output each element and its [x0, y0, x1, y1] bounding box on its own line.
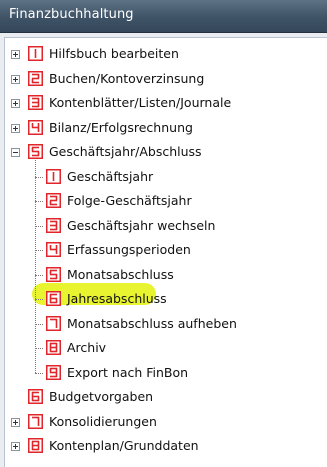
subtree-item-row[interactable]: Monatsabschluss aufheben: [0, 313, 327, 335]
numeral-4-icon: [46, 242, 61, 257]
app-titlebar: Finanzbuchhaltung: [0, 0, 327, 33]
tree-connector-line: [35, 323, 43, 325]
numeral-1-icon: [28, 46, 43, 61]
numeral-5-icon: [28, 144, 43, 159]
tree-item-label: Hilfsbuch bearbeiten: [49, 46, 179, 61]
numeral-6-icon: [28, 389, 43, 404]
subtree-item-row[interactable]: Erfassungsperioden: [0, 239, 327, 261]
tree-connector-line: [35, 225, 43, 227]
numeral-5-icon: [46, 266, 61, 282]
numeral-3-icon: [46, 217, 61, 233]
subtree-item-label: Monatsabschluss aufheben: [67, 315, 237, 331]
subtree-item-label: Geschäftsjahr wechseln: [67, 217, 216, 233]
subtree-item-label: Export nach FinBon: [67, 364, 189, 380]
expand-icon[interactable]: [11, 50, 20, 59]
tree-item-row[interactable]: Kontenplan/Grunddaten: [0, 435, 327, 457]
tree-item-row[interactable]: Budgetvorgaben: [0, 386, 327, 408]
subtree-item-label: Erfassungsperioden: [67, 242, 191, 257]
subtree-item-row[interactable]: Geschäftsjahr: [0, 166, 327, 188]
numeral-2-icon: [28, 70, 43, 86]
numeral-8-icon: [46, 340, 61, 355]
tree-item-label: Konsolidierungen: [49, 413, 157, 429]
subtree-item-row[interactable]: Jahresabschluss: [0, 288, 327, 310]
numeral-7-icon: [46, 315, 61, 331]
numeral-2-icon: [46, 193, 61, 208]
subtree-item-label: Archiv: [67, 340, 107, 355]
tree-item-label: Kontenblätter/Listen/Journale: [49, 95, 232, 110]
tree-connector-line: [35, 372, 43, 374]
tree-item-row[interactable]: Buchen/Kontoverzinsung: [0, 68, 327, 90]
numeral-7-icon: [28, 413, 43, 429]
collapse-icon[interactable]: [11, 148, 20, 157]
expand-icon[interactable]: [11, 442, 20, 451]
subtree-item-row[interactable]: Archiv: [0, 337, 327, 359]
tree-item-label: Geschäftsjahr/Abschluss: [49, 144, 202, 159]
numeral-6-icon: [46, 291, 61, 306]
tree-item-label: Bilanz/Erfolgsrechnung: [49, 119, 193, 135]
numeral-3-icon: [28, 95, 43, 110]
tree-connector-line: [35, 299, 43, 300]
expand-icon[interactable]: [11, 74, 20, 84]
subtree-item-label: Geschäftsjahr: [67, 168, 154, 184]
tree-connector-line: [35, 348, 43, 349]
tree-item-row[interactable]: Bilanz/Erfolgsrechnung: [0, 117, 327, 139]
tree-item-label: Kontenplan/Grunddaten: [49, 438, 199, 453]
tree-connector-line: [35, 274, 43, 276]
subtree-item-row[interactable]: Folge-Geschäftsjahr: [0, 190, 327, 212]
tree-connector-line: [35, 176, 43, 178]
subtree-item-row[interactable]: Monatsabschluss: [0, 264, 327, 286]
subtree-item-row[interactable]: Geschäftsjahr wechseln: [0, 215, 327, 237]
numeral-9-icon: [46, 364, 61, 380]
subtree-item-label: Monatsabschluss: [67, 266, 174, 282]
numeral-1-icon: [46, 168, 61, 184]
expand-icon[interactable]: [11, 99, 20, 108]
tree-connector-line: [35, 201, 43, 202]
tree-item-label: Buchen/Kontoverzinsung: [49, 70, 205, 86]
expand-icon[interactable]: [11, 417, 20, 427]
expand-icon[interactable]: [11, 123, 20, 133]
subtree-item-row[interactable]: Export nach FinBon: [0, 362, 327, 384]
subtree-item-label: Folge-Geschäftsjahr: [67, 193, 192, 208]
tree-connector-line: [35, 250, 43, 251]
numeral-8-icon: [28, 438, 43, 453]
subtree-item-label: Jahresabschluss: [67, 291, 167, 306]
numeral-4-icon: [28, 119, 43, 135]
tree-item-label: Budgetvorgaben: [49, 389, 154, 404]
tree-item-row[interactable]: Kontenblätter/Listen/Journale: [0, 92, 327, 114]
tree-item-row[interactable]: Hilfsbuch bearbeiten: [0, 43, 327, 65]
tree-guide-line: [35, 159, 36, 373]
tree-item-row[interactable]: Geschäftsjahr/Abschluss: [0, 141, 327, 163]
app-title: Finanzbuchhaltung: [9, 7, 134, 22]
tree-item-row[interactable]: Konsolidierungen: [0, 411, 327, 433]
